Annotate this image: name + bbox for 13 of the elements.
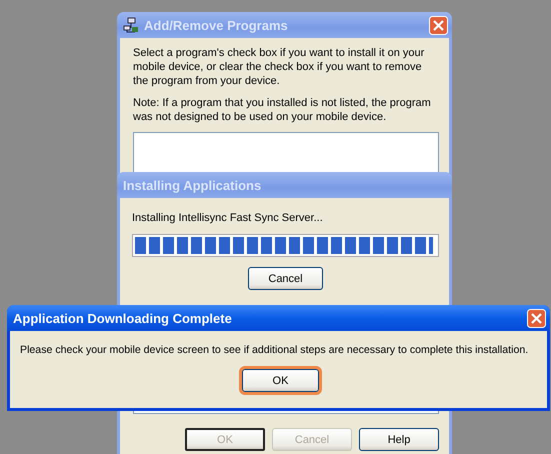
cancel-button[interactable]: Cancel: [248, 267, 323, 290]
dialog-title: Application Downloading Complete: [13, 310, 233, 326]
instructions-text: Select a program's check box if you want to install it on your mobile device, or clear the check box if you want to remove the program from your device.: [133, 46, 426, 88]
dialog-title: Installing Applications: [123, 178, 262, 192]
status-text: Installing Intellisync Fast Sync Server...: [132, 212, 324, 224]
dialog-button[interactable]: Help: [359, 428, 439, 451]
close-icon[interactable]: [429, 16, 448, 34]
window-title: Add/Remove Programs: [144, 18, 289, 32]
close-icon[interactable]: [527, 308, 546, 328]
note-text: Note: If a program that you installed is not listed, the program was not designed to be used on your mobile device.: [133, 96, 432, 124]
message-text: Please check your mobile device screen to see if additional steps are necessary to complete this installation.: [20, 344, 528, 356]
computer-icon: [123, 17, 139, 33]
ok-button[interactable]: OK: [242, 369, 319, 392]
